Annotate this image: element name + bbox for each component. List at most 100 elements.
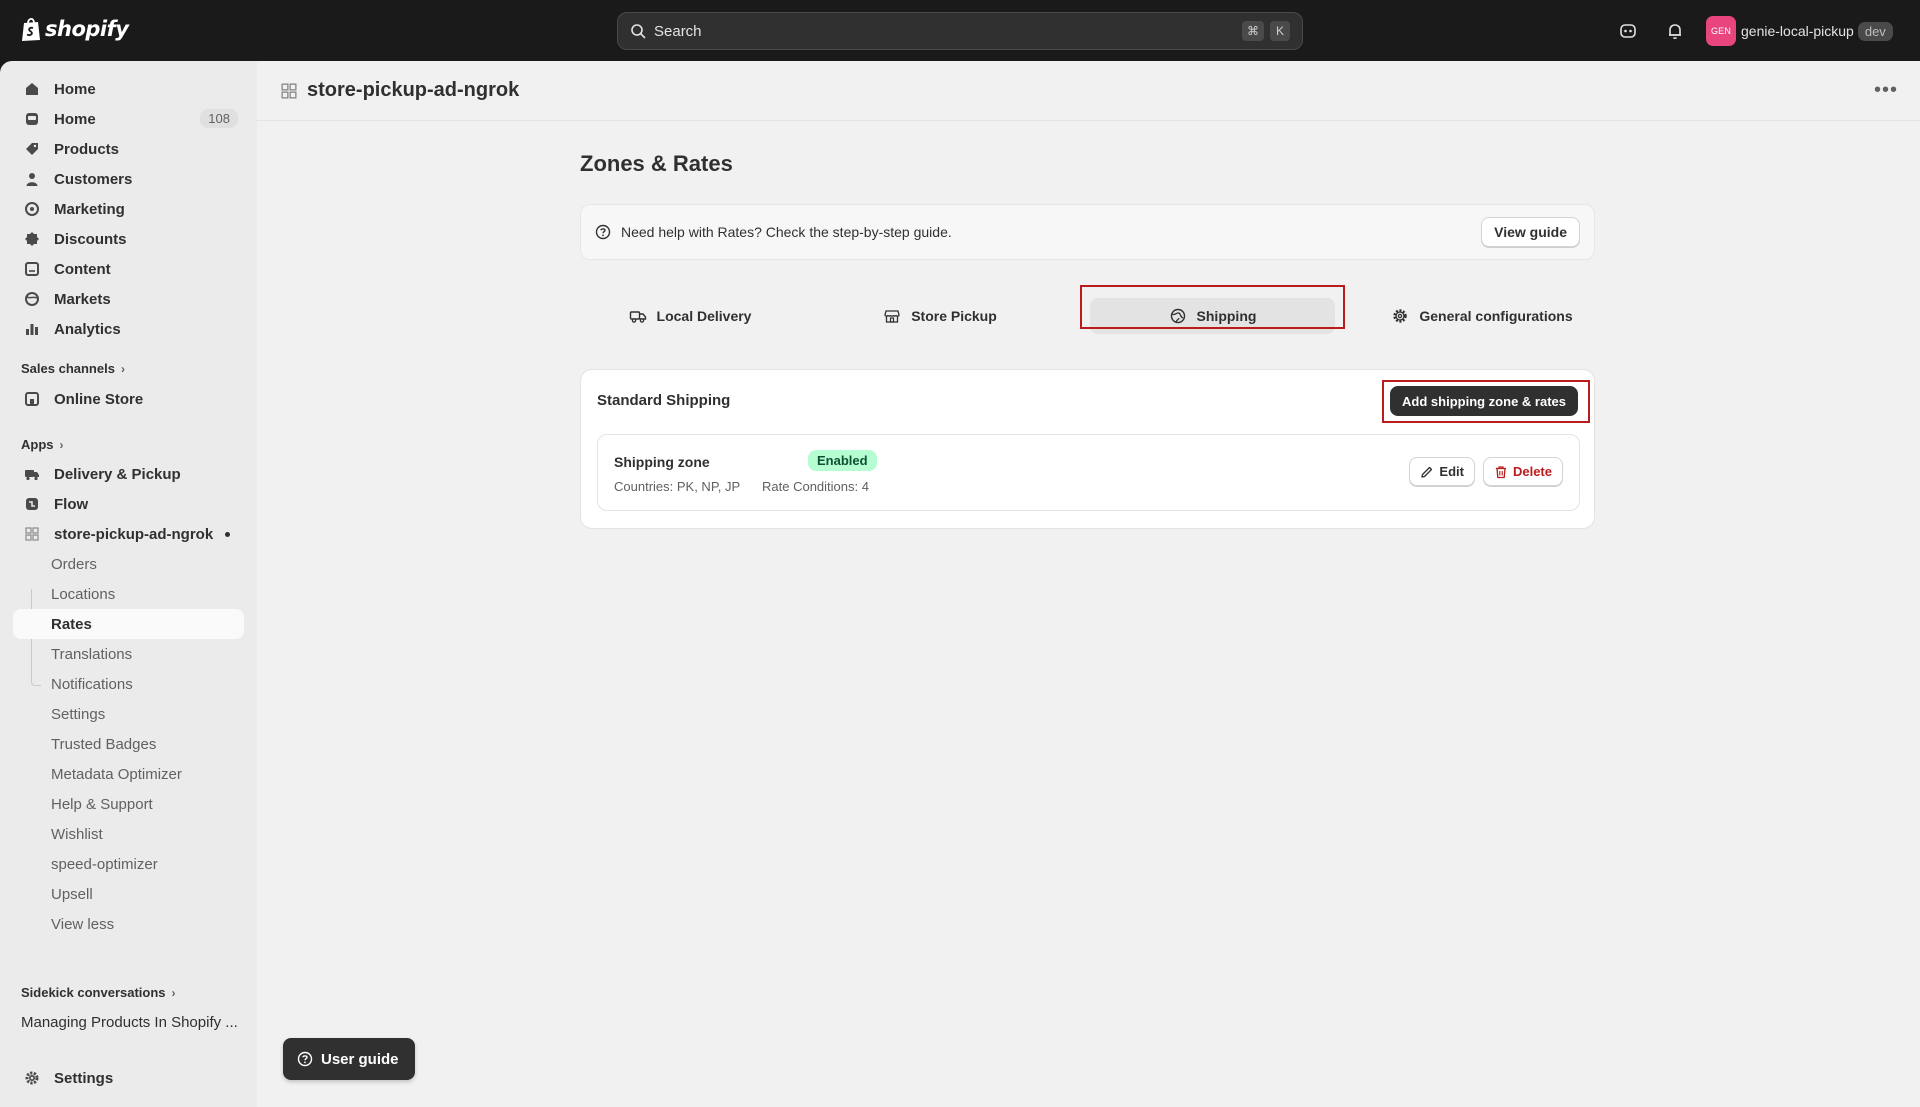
sidebar-subitem-translations[interactable]: Translations — [13, 639, 244, 669]
sidebar-subitem-help-support[interactable]: Help & Support — [13, 789, 244, 819]
user-guide-button[interactable]: User guide — [283, 1038, 415, 1080]
sidebar-item-markets[interactable]: Markets — [13, 284, 244, 314]
bell-icon[interactable] — [1664, 20, 1686, 42]
sidebar-view-less[interactable]: View less — [13, 909, 244, 939]
pencil-icon — [1421, 466, 1433, 478]
sidebar-item-marketing[interactable]: Marketing — [13, 194, 244, 224]
subitem-label: Wishlist — [51, 825, 103, 843]
more-actions-icon[interactable]: ••• — [1874, 79, 1898, 102]
sidebar-item-settings[interactable]: Settings — [13, 1063, 244, 1093]
sidebar-item-products[interactable]: Products — [13, 134, 244, 164]
app-title: store-pickup-ad-ngrok — [281, 79, 519, 102]
sidebar-subitem-rates[interactable]: Rates — [13, 609, 244, 639]
subitem-label: Help & Support — [51, 795, 153, 813]
store-switcher[interactable]: GEN genie-local-pickup dev — [1706, 16, 1893, 46]
sidebar-item-label: Online Store — [54, 390, 144, 408]
sidebar-item-label: Products — [54, 140, 120, 158]
page-title: Zones & Rates — [580, 151, 733, 176]
apps-header[interactable]: Apps › — [21, 437, 64, 452]
sidebar-item-delivery-pickup[interactable]: Delivery & Pickup — [13, 459, 244, 489]
sidebar-subitem-metadata-optimizer[interactable]: Metadata Optimizer — [13, 759, 244, 789]
subitem-label: speed-optimizer — [51, 855, 158, 873]
orders-count-badge: 108 — [200, 109, 238, 128]
delete-button[interactable]: Delete — [1482, 457, 1563, 486]
gear-icon — [1393, 309, 1408, 323]
sidebar-subitem-locations[interactable]: Locations — [13, 579, 244, 609]
tab-label: Store Pickup — [911, 308, 997, 324]
tab-local-delivery[interactable]: Local Delivery — [615, 298, 765, 334]
sidebar-item-label: Customers — [54, 170, 133, 188]
truck-icon — [629, 311, 646, 323]
subitem-label: Orders — [51, 555, 97, 573]
sidebar-item-flow[interactable]: Flow — [13, 489, 244, 519]
shopify-bag-icon — [22, 17, 40, 41]
sidebar-item-label: Flow — [54, 495, 89, 513]
shipping-tab-highlight — [1080, 285, 1345, 329]
sidebar-item-home[interactable]: Home — [13, 74, 244, 104]
status-badge: Enabled — [808, 450, 877, 471]
sidebar-item-customers[interactable]: Customers — [13, 164, 244, 194]
shipping-zone-row: Shipping zone Enabled Countries: PK, NP,… — [597, 434, 1580, 511]
sidebar-item-label: Delivery & Pickup — [54, 465, 181, 483]
help-banner: Need help with Rates? Check the step-by-… — [580, 204, 1595, 260]
sales-channels-header[interactable]: Sales channels › — [21, 361, 125, 376]
discount-icon — [23, 230, 41, 248]
subitem-label: Settings — [51, 705, 106, 723]
content-icon — [23, 260, 41, 278]
view-guide-button[interactable]: View guide — [1481, 217, 1580, 247]
subitem-label: Locations — [51, 585, 116, 603]
app-header: store-pickup-ad-ngrok ••• — [257, 61, 1920, 121]
search-icon — [631, 24, 646, 39]
sidebar-item-label: Markets — [54, 290, 111, 308]
sidekick-label: Sidekick conversations — [21, 985, 166, 1000]
sidebar-subitem-notifications[interactable]: Notifications — [13, 669, 244, 699]
subitem-label: Notifications — [51, 675, 133, 693]
inbox-icon — [23, 110, 41, 128]
tab-store-pickup[interactable]: Store Pickup — [870, 298, 1010, 334]
subitem-label: Translations — [51, 645, 133, 663]
app-title-text: store-pickup-ad-ngrok — [307, 79, 520, 101]
tab-label: General configurations — [1419, 308, 1573, 324]
subitem-label: Rates — [51, 615, 92, 633]
truck-icon — [23, 465, 41, 483]
help-text: Need help with Rates? Check the step-by-… — [621, 224, 952, 240]
sidebar-subitem-wishlist[interactable]: Wishlist — [13, 819, 244, 849]
user-guide-label: User guide — [321, 1050, 399, 1068]
store-avatar: GEN — [1706, 16, 1736, 46]
sidebar-subitem-settings[interactable]: Settings — [13, 699, 244, 729]
sidebar-subitem-orders[interactable]: Orders — [13, 549, 244, 579]
tab-general-configurations[interactable]: General configurations — [1372, 298, 1592, 334]
sidebar-subitem-trusted-badges[interactable]: Trusted Badges — [13, 729, 244, 759]
sidebar-subitem-speed-optimizer[interactable]: speed-optimizer — [13, 849, 244, 879]
brand-name: shopify — [45, 17, 129, 41]
sidebar-subitem-upsell[interactable]: Upsell — [13, 879, 244, 909]
sidebar-item-online-store[interactable]: Online Store — [13, 384, 244, 414]
sidebar-item-label: Home — [54, 110, 96, 128]
sidebar-item-discounts[interactable]: Discounts — [13, 224, 244, 254]
sidebar-item-analytics[interactable]: Analytics — [13, 314, 244, 344]
sidekick-conversations-header[interactable]: Sidekick conversations › — [21, 985, 176, 1000]
shortcut-key-cmd: ⌘ — [1242, 21, 1264, 41]
zone-countries: Countries: PK, NP, JP — [614, 479, 741, 494]
subitem-label: Metadata Optimizer — [51, 765, 182, 783]
gear-icon — [23, 1069, 41, 1087]
card-title: Standard Shipping — [597, 392, 731, 409]
store-name: genie-local-pickup — [1741, 23, 1854, 39]
shopify-logo[interactable]: shopify — [20, 16, 129, 42]
search-bar[interactable]: Search ⌘ K — [617, 12, 1303, 50]
main-content: store-pickup-ad-ngrok ••• Zones & Rates … — [257, 61, 1920, 1107]
sidebar-item-content[interactable]: Content — [13, 254, 244, 284]
sidebar-item-label: Analytics — [54, 320, 121, 338]
sidekick-icon[interactable] — [1617, 20, 1639, 42]
sales-channels-label: Sales channels — [21, 361, 115, 376]
zone-name: Shipping zone — [614, 454, 710, 470]
sidebar-item-store-pickup-app[interactable]: store-pickup-ad-ngrok — [13, 519, 244, 549]
dev-badge: dev — [1857, 21, 1893, 41]
edit-button[interactable]: Edit — [1409, 457, 1475, 486]
add-button-highlight — [1382, 380, 1590, 423]
sidebar-item-orders[interactable]: Home 108 — [13, 104, 244, 134]
sidebar-item-label: Settings — [54, 1069, 114, 1087]
sidekick-conversation-item[interactable]: Managing Products In Shopify ... — [21, 1014, 243, 1031]
search-placeholder: Search — [654, 22, 702, 40]
zone-rate-conditions: Rate Conditions: 4 — [762, 479, 869, 494]
